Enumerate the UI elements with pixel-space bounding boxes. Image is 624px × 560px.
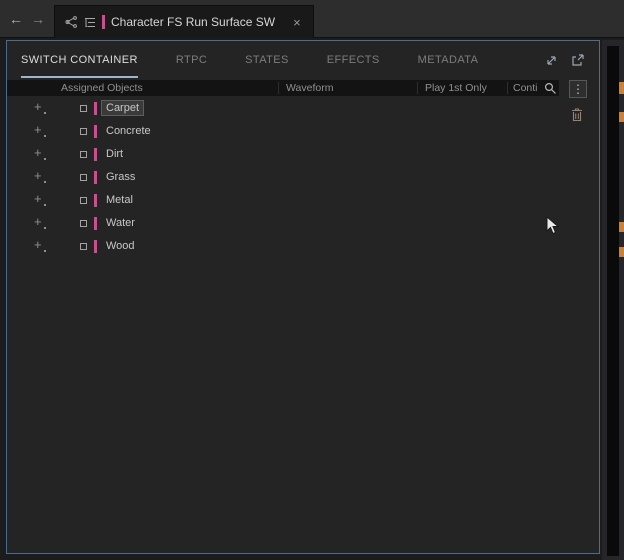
- object-color-chip: [102, 15, 105, 29]
- assigned-objects-list: + Carpet + Concrete + Dirt + Grass + Met…: [7, 97, 559, 258]
- object-color-chip: [94, 194, 97, 207]
- object-color-chip: [94, 125, 97, 138]
- table-header: Assigned Objects Waveform Play 1st Only …: [7, 80, 559, 96]
- adjacent-panel-column: [607, 46, 619, 556]
- back-button[interactable]: ←: [6, 9, 26, 29]
- table-row[interactable]: + Grass: [7, 166, 559, 189]
- object-name[interactable]: Wood: [102, 239, 139, 253]
- column-assigned-objects[interactable]: Assigned Objects: [61, 82, 143, 94]
- peek-marker: [619, 222, 624, 232]
- peek-marker: [619, 247, 624, 257]
- object-name[interactable]: Grass: [102, 170, 139, 184]
- peek-marker: [619, 112, 624, 122]
- column-play-1st-only[interactable]: Play 1st Only: [425, 82, 487, 94]
- tab-title: Character FS Run Surface SW: [111, 15, 276, 29]
- tab-switch-container[interactable]: SWITCH CONTAINER: [21, 41, 138, 78]
- forward-button[interactable]: →: [28, 9, 48, 29]
- editor-tabs: SWITCH CONTAINER RTPC STATES EFFECTS MET…: [7, 41, 599, 78]
- add-icon[interactable]: +: [34, 123, 46, 137]
- add-icon[interactable]: +: [34, 100, 46, 114]
- add-icon[interactable]: +: [34, 215, 46, 229]
- table-row[interactable]: + Metal: [7, 189, 559, 212]
- object-color-chip: [94, 240, 97, 253]
- table-row[interactable]: + Concrete: [7, 120, 559, 143]
- options-menu-button[interactable]: ⋮: [569, 80, 587, 98]
- object-color-chip: [94, 217, 97, 230]
- expand-panel-icon[interactable]: [544, 53, 559, 73]
- add-icon[interactable]: +: [34, 169, 46, 183]
- tab-states[interactable]: STATES: [245, 41, 289, 78]
- switch-container-icon: [65, 15, 78, 29]
- object-square-icon: [80, 151, 87, 158]
- tab-effects[interactable]: EFFECTS: [327, 41, 380, 78]
- document-tab[interactable]: Character FS Run Surface SW ×: [54, 5, 314, 38]
- table-row[interactable]: + Dirt: [7, 143, 559, 166]
- object-color-chip: [94, 171, 97, 184]
- object-name[interactable]: Dirt: [102, 147, 127, 161]
- column-divider: [278, 82, 279, 94]
- popout-panel-icon[interactable]: [570, 53, 585, 73]
- column-continuous[interactable]: Conti: [513, 82, 547, 94]
- object-square-icon: [80, 128, 87, 135]
- delete-icon[interactable]: [570, 107, 584, 127]
- table-row[interactable]: + Carpet: [7, 97, 559, 120]
- column-divider: [417, 82, 418, 94]
- object-color-chip: [94, 102, 97, 115]
- object-name[interactable]: Concrete: [102, 124, 155, 138]
- adjacent-panel-peek: [602, 40, 624, 560]
- hierarchy-icon: [84, 16, 96, 29]
- table-row[interactable]: + Water: [7, 212, 559, 235]
- object-square-icon: [80, 197, 87, 204]
- wwise-editor-window: { "titlebar": { "back_label": "←", "forw…: [0, 0, 624, 560]
- tab-metadata[interactable]: METADATA: [418, 41, 479, 78]
- column-waveform[interactable]: Waveform: [286, 82, 333, 94]
- object-square-icon: [80, 105, 87, 112]
- column-divider: [507, 82, 508, 94]
- table-row[interactable]: + Wood: [7, 235, 559, 258]
- object-name[interactable]: Metal: [102, 193, 137, 207]
- switch-container-panel: SWITCH CONTAINER RTPC STATES EFFECTS MET…: [6, 40, 600, 554]
- peek-marker: [619, 82, 624, 94]
- add-icon[interactable]: +: [34, 146, 46, 160]
- tab-rtpc[interactable]: RTPC: [176, 41, 207, 78]
- object-color-chip: [94, 148, 97, 161]
- object-name[interactable]: Water: [102, 216, 139, 230]
- add-icon[interactable]: +: [34, 192, 46, 206]
- object-square-icon: [80, 220, 87, 227]
- object-name[interactable]: Carpet: [100, 100, 145, 116]
- object-square-icon: [80, 174, 87, 181]
- add-icon[interactable]: +: [34, 238, 46, 252]
- document-tab-bar: ← → Character FS Run Surface SW ×: [0, 0, 624, 38]
- tab-close-button[interactable]: ×: [291, 16, 303, 29]
- object-square-icon: [80, 243, 87, 250]
